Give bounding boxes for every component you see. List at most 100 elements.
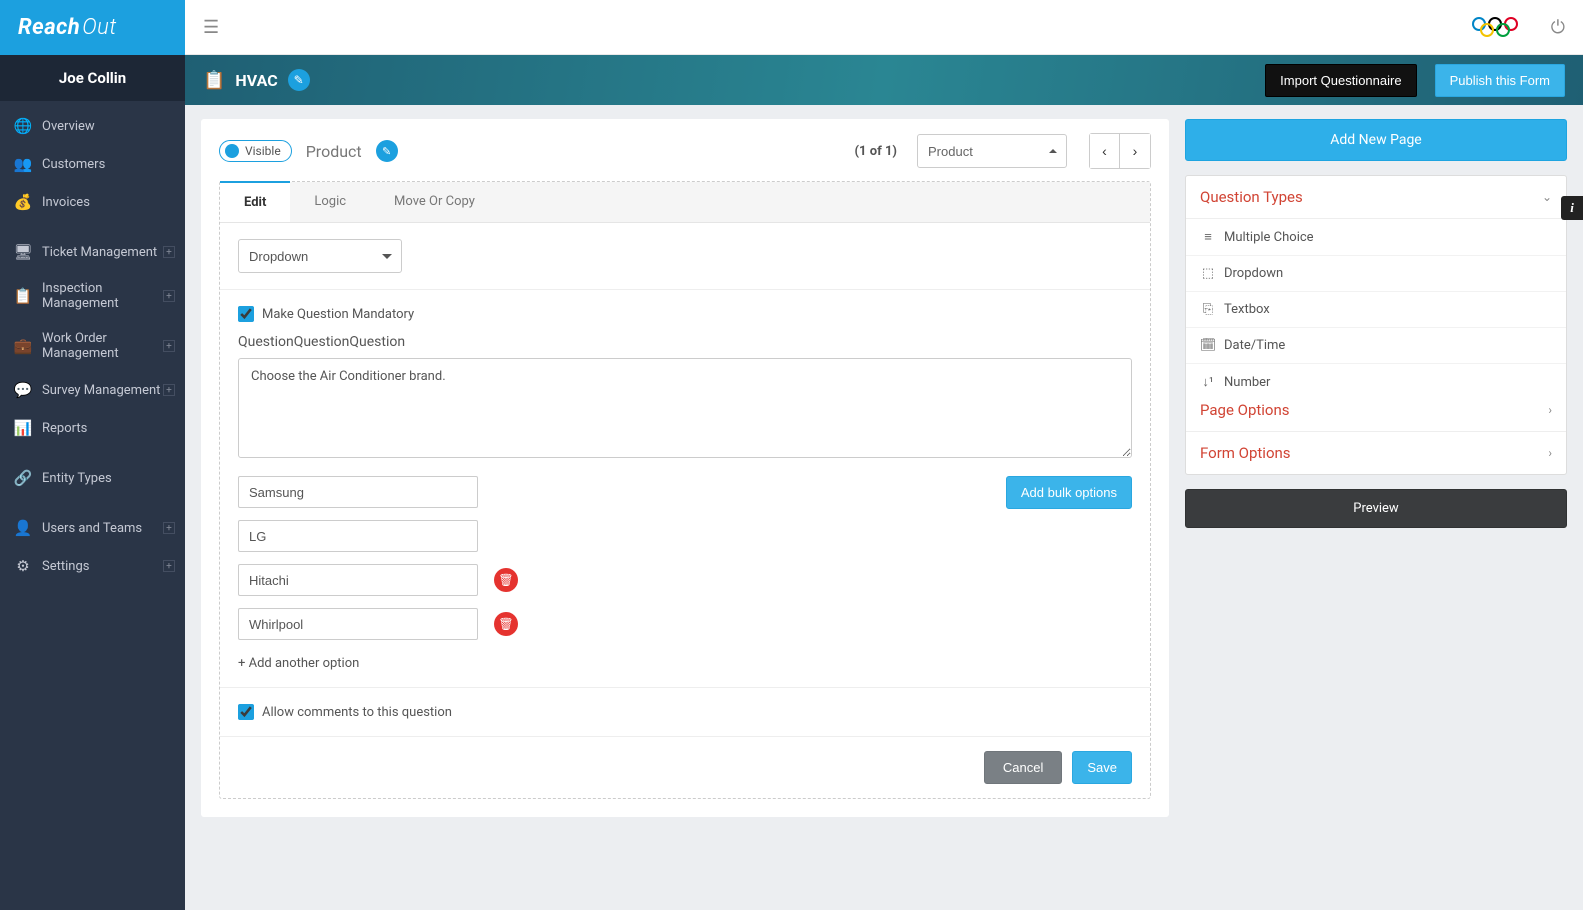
save-button[interactable]: Save (1072, 751, 1132, 784)
sidebar-user-name[interactable]: Joe Collin (0, 55, 185, 101)
chevron-right-icon: › (1548, 403, 1552, 417)
brand-logo[interactable]: ReachOut (0, 0, 185, 55)
page-options-title: Page Options (1200, 401, 1290, 419)
add-new-page-button[interactable]: Add New Page (1185, 119, 1567, 161)
nav-label: Users and Teams (42, 521, 142, 536)
brand-main: Reach (18, 15, 80, 40)
sidebar-item-work-order-management[interactable]: 💼 Work Order Management+ (0, 321, 185, 371)
sidebar-item-reports[interactable]: 📊Reports (0, 409, 185, 447)
olympic-rings-icon[interactable] (1471, 16, 1519, 38)
qtype-label: Date/Time (1224, 338, 1285, 353)
question-type-dropdown[interactable]: ⬚ Dropdown (1186, 256, 1566, 292)
sidebar-item-customers[interactable]: 👥Customers (0, 145, 185, 183)
clipboard-icon: 📋 (203, 70, 225, 91)
nav-label: Settings (42, 559, 89, 574)
allow-comments-checkbox[interactable] (238, 704, 254, 720)
form-options-header[interactable]: Form Options › (1186, 432, 1566, 474)
trash-icon: 🗑 (498, 617, 513, 631)
option-input-0[interactable] (238, 476, 478, 508)
sidebar-item-invoices[interactable]: 💰Invoices (0, 183, 185, 221)
nav-label: Entity Types (42, 471, 112, 486)
sidebar-item-settings[interactable]: ⚙Settings+ (0, 547, 185, 585)
info-tab-button[interactable]: i (1561, 196, 1583, 220)
power-icon[interactable]: ⏻ (1551, 17, 1565, 38)
question-type-date-time[interactable]: 🗓Date/Time (1186, 328, 1566, 364)
expand-icon: + (163, 560, 175, 572)
add-bulk-options-button[interactable]: Add bulk options (1006, 476, 1132, 509)
sidebar-item-users-and-teams[interactable]: 👤Users and Teams+ (0, 509, 185, 547)
expand-icon: + (163, 246, 175, 258)
edit-form-title-button[interactable]: ✎ (288, 69, 310, 91)
question-types-header[interactable]: Question Types ⌄ (1186, 176, 1566, 219)
qtype-label: Multiple Choice (1224, 230, 1314, 245)
sidebar-item-inspection-management[interactable]: 📋Inspection Management+ (0, 271, 185, 321)
allow-comments-label: Allow comments to this question (262, 705, 452, 720)
qtype-icon: ≡ (1200, 229, 1216, 245)
nav-icon: 💬 (14, 381, 32, 399)
qtype-label: Dropdown (1224, 266, 1283, 281)
page-options-header[interactable]: Page Options › (1186, 389, 1566, 432)
nav-label: Overview (42, 119, 95, 134)
publish-form-button[interactable]: Publish this Form (1435, 64, 1565, 97)
sidebar-item-ticket-management[interactable]: 🖥 Ticket Management + (0, 233, 185, 271)
import-questionnaire-button[interactable]: Import Questionnaire (1265, 64, 1416, 97)
question-types-title: Question Types (1200, 188, 1303, 206)
option-input-3[interactable] (238, 608, 478, 640)
sidebar: ReachOut Joe Collin 🌐 Overview 👥Customers💰… (0, 0, 185, 910)
form-options-title: Form Options (1200, 444, 1291, 462)
tab-edit[interactable]: Edit (220, 181, 290, 222)
nav-icon: 👤 (14, 519, 32, 537)
page-selector[interactable]: Product (917, 134, 1067, 168)
next-page-button[interactable]: › (1120, 134, 1150, 168)
sidebar-nav: 🌐 Overview 👥Customers💰Invoices 🖥 Ticket Mana… (0, 101, 185, 585)
option-input-2[interactable] (238, 564, 478, 596)
edit-page-name-button[interactable]: ✎ (376, 140, 398, 162)
trash-icon: 🗑 (498, 573, 513, 587)
mandatory-label: Make Question Mandatory (262, 307, 414, 322)
question-type-multiple-choice[interactable]: ≡ Multiple Choice (1186, 219, 1566, 256)
nav-icon: 📊 (14, 419, 32, 437)
page-name: Product (306, 142, 362, 161)
page-counter: (1 of 1) (855, 144, 897, 159)
nav-icon: 👥 (14, 155, 32, 173)
question-type-select[interactable]: Dropdown (238, 239, 402, 273)
sidebar-item-overview[interactable]: 🌐 Overview (0, 107, 185, 145)
mandatory-checkbox[interactable] (238, 306, 254, 322)
nav-icon: 💼 (14, 337, 32, 355)
delete-option-button[interactable]: 🗑 (494, 612, 518, 636)
nav-label: Invoices (42, 195, 90, 210)
nav-icon: 🔗 (14, 469, 32, 487)
qtype-icon: ⬚ (1200, 266, 1216, 281)
delete-option-button[interactable]: 🗑 (494, 568, 518, 592)
form-banner: 📋 HVAC ✎ Import Questionnaire Publish th… (185, 55, 1583, 105)
nav-icon: 📋 (14, 287, 32, 305)
question-type-textbox[interactable]: ⎘Textbox (1186, 292, 1566, 328)
visibility-toggle[interactable]: Visible (219, 140, 292, 162)
qtype-icon: ⎘ (1200, 302, 1216, 317)
question-text-input[interactable] (238, 358, 1132, 458)
add-another-option-button[interactable]: + Add another option (238, 656, 518, 671)
nav-icon: 🌐 (14, 117, 32, 135)
form-title: HVAC (235, 71, 277, 90)
preview-button[interactable]: Preview (1185, 489, 1567, 528)
tab-move-or-copy[interactable]: Move Or Copy (370, 182, 499, 222)
expand-icon: + (163, 340, 175, 352)
option-input-1[interactable] (238, 520, 478, 552)
nav-label: Ticket Management (42, 245, 157, 260)
expand-icon: + (163, 290, 175, 302)
sidebar-item-entity-types[interactable]: 🔗 Entity Types (0, 459, 185, 497)
chevron-down-icon: ⌄ (1542, 190, 1552, 204)
question-type-number[interactable]: ↓¹Number (1186, 364, 1566, 389)
sidebar-item-survey-management[interactable]: 💬Survey Management+ (0, 371, 185, 409)
allow-comments-row[interactable]: Allow comments to this question (238, 704, 1132, 720)
nav-label: Work Order Management (42, 331, 171, 361)
cancel-button[interactable]: Cancel (984, 751, 1062, 784)
mandatory-checkbox-row[interactable]: Make Question Mandatory (238, 306, 1132, 322)
chevron-right-icon: › (1548, 446, 1552, 460)
hamburger-icon[interactable]: ☰ (203, 17, 219, 38)
visibility-dot-icon (225, 144, 239, 158)
nav-icon: 🖥 (14, 243, 32, 261)
right-panel-accordion: Question Types ⌄ ≡ Multiple Choice ⬚ Dropdo… (1185, 175, 1567, 475)
prev-page-button[interactable]: ‹ (1090, 134, 1120, 168)
tab-logic[interactable]: Logic (290, 182, 370, 222)
